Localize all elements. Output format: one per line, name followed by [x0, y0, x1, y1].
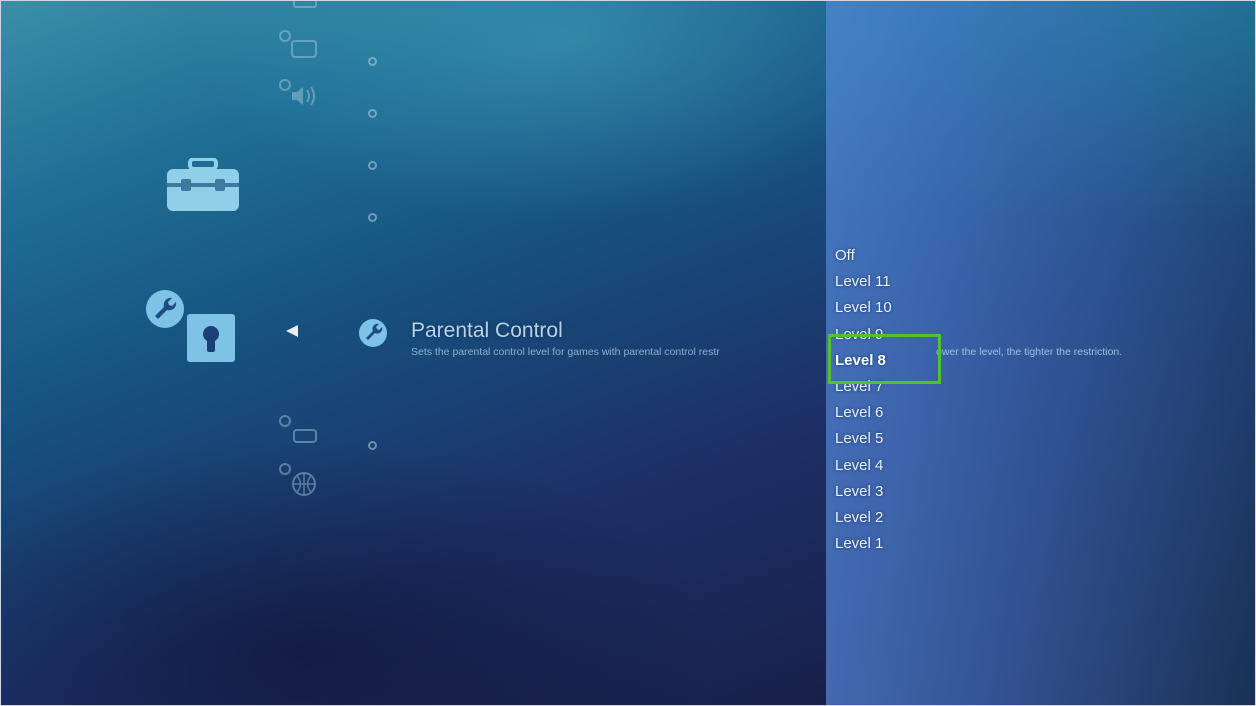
item-dot[interactable]: [368, 57, 377, 66]
wrench-badge-icon: [146, 290, 184, 328]
level-option-list: Off Level 11 Level 10 Level 9 Level 8 Le…: [835, 245, 892, 559]
display-icon[interactable]: [278, 29, 318, 61]
option-level-2[interactable]: Level 2: [835, 507, 892, 533]
option-level-5[interactable]: Level 5: [835, 428, 892, 454]
setting-description-tail: ower the level, the tighter the restrict…: [936, 346, 1123, 358]
network-icon[interactable]: [278, 462, 318, 498]
item-dot[interactable]: [368, 109, 377, 118]
option-level-3[interactable]: Level 3: [835, 481, 892, 507]
arrow-left-icon[interactable]: [286, 325, 298, 337]
lock-icon[interactable]: [187, 314, 235, 362]
selection-highlight: [828, 334, 941, 384]
setting-description: Sets the parental control level for game…: [411, 346, 720, 358]
option-level-6[interactable]: Level 6: [835, 402, 892, 428]
option-level-1[interactable]: Level 1: [835, 533, 892, 559]
option-level-4[interactable]: Level 4: [835, 455, 892, 481]
setting-title[interactable]: Parental Control: [411, 319, 563, 343]
controller-icon[interactable]: [278, 414, 318, 446]
item-dot[interactable]: [368, 213, 377, 222]
option-level-11[interactable]: Level 11: [835, 271, 892, 297]
wrench-icon[interactable]: [358, 318, 388, 348]
item-icon-top: [293, 0, 317, 8]
toolbox-icon[interactable]: [166, 158, 240, 212]
option-off[interactable]: Off: [835, 245, 892, 271]
sound-icon[interactable]: [278, 78, 318, 110]
option-level-10[interactable]: Level 10: [835, 297, 892, 323]
item-dot[interactable]: [368, 161, 377, 170]
item-dot[interactable]: [368, 441, 377, 450]
